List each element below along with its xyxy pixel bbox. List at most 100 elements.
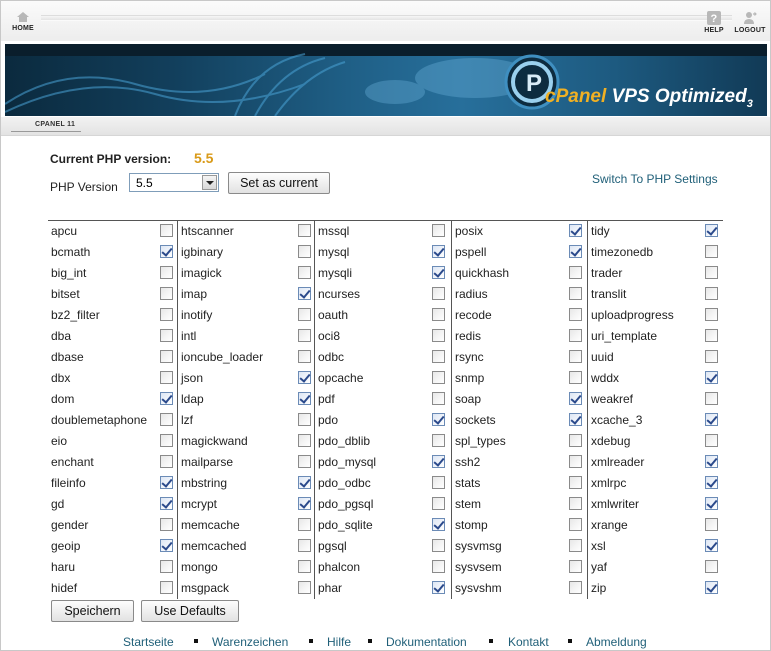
extension-checkbox[interactable]	[298, 329, 311, 342]
extension-checkbox[interactable]	[298, 518, 311, 531]
extension-checkbox[interactable]	[569, 287, 582, 300]
extension-checkbox[interactable]	[298, 308, 311, 321]
extension-checkbox[interactable]	[569, 518, 582, 531]
extension-checkbox[interactable]	[160, 350, 173, 363]
extension-checkbox[interactable]	[298, 371, 311, 384]
footer-link[interactable]: Dokumentation	[386, 635, 467, 649]
extension-checkbox[interactable]	[432, 476, 445, 489]
extension-checkbox[interactable]	[705, 224, 718, 237]
extension-checkbox[interactable]	[298, 497, 311, 510]
extension-checkbox[interactable]	[160, 308, 173, 321]
extension-checkbox[interactable]	[298, 287, 311, 300]
extension-checkbox[interactable]	[569, 266, 582, 279]
extension-checkbox[interactable]	[160, 497, 173, 510]
footer-link[interactable]: Warenzeichen	[212, 635, 288, 649]
extension-checkbox[interactable]	[298, 245, 311, 258]
extension-checkbox[interactable]	[160, 476, 173, 489]
extension-checkbox[interactable]	[569, 350, 582, 363]
extension-checkbox[interactable]	[432, 287, 445, 300]
footer-link[interactable]: Kontakt	[508, 635, 549, 649]
home-button[interactable]: HOME	[11, 11, 35, 32]
extension-checkbox[interactable]	[705, 497, 718, 510]
extension-checkbox[interactable]	[298, 413, 311, 426]
extension-checkbox[interactable]	[298, 539, 311, 552]
extension-checkbox[interactable]	[160, 560, 173, 573]
extension-checkbox[interactable]	[160, 581, 173, 594]
extension-checkbox[interactable]	[432, 434, 445, 447]
set-as-current-button[interactable]: Set as current	[228, 172, 330, 194]
extension-checkbox[interactable]	[705, 371, 718, 384]
extension-checkbox[interactable]	[705, 518, 718, 531]
extension-checkbox[interactable]	[160, 266, 173, 279]
extension-checkbox[interactable]	[705, 560, 718, 573]
extension-checkbox[interactable]	[705, 539, 718, 552]
extension-checkbox[interactable]	[298, 350, 311, 363]
extension-checkbox[interactable]	[705, 245, 718, 258]
extension-checkbox[interactable]	[569, 455, 582, 468]
extension-checkbox[interactable]	[298, 392, 311, 405]
extension-checkbox[interactable]	[432, 413, 445, 426]
php-version-select[interactable]: 5.5	[129, 173, 219, 192]
extension-checkbox[interactable]	[705, 350, 718, 363]
extension-checkbox[interactable]	[160, 392, 173, 405]
footer-link[interactable]: Hilfe	[327, 635, 351, 649]
extension-checkbox[interactable]	[569, 497, 582, 510]
extension-checkbox[interactable]	[569, 329, 582, 342]
extension-checkbox[interactable]	[705, 308, 718, 321]
extension-checkbox[interactable]	[160, 287, 173, 300]
extension-checkbox[interactable]	[705, 455, 718, 468]
footer-link[interactable]: Abmeldung	[586, 635, 647, 649]
extension-checkbox[interactable]	[432, 371, 445, 384]
extension-checkbox[interactable]	[160, 455, 173, 468]
extension-checkbox[interactable]	[432, 308, 445, 321]
extension-checkbox[interactable]	[298, 476, 311, 489]
extension-checkbox[interactable]	[705, 287, 718, 300]
extension-checkbox[interactable]	[569, 476, 582, 489]
extension-checkbox[interactable]	[432, 245, 445, 258]
extension-checkbox[interactable]	[160, 413, 173, 426]
extension-checkbox[interactable]	[160, 224, 173, 237]
extension-checkbox[interactable]	[298, 581, 311, 594]
extension-checkbox[interactable]	[705, 434, 718, 447]
extension-checkbox[interactable]	[432, 560, 445, 573]
help-button[interactable]: ? HELP	[703, 11, 725, 34]
extension-checkbox[interactable]	[569, 245, 582, 258]
extension-checkbox[interactable]	[432, 581, 445, 594]
extension-checkbox[interactable]	[569, 308, 582, 321]
extension-checkbox[interactable]	[160, 518, 173, 531]
extension-checkbox[interactable]	[298, 455, 311, 468]
switch-to-php-settings-link[interactable]: Switch To PHP Settings	[592, 172, 718, 186]
extension-checkbox[interactable]	[432, 455, 445, 468]
extension-checkbox[interactable]	[569, 224, 582, 237]
extension-checkbox[interactable]	[569, 413, 582, 426]
extension-checkbox[interactable]	[298, 560, 311, 573]
extension-checkbox[interactable]	[569, 560, 582, 573]
footer-link[interactable]: Startseite	[123, 635, 174, 649]
extension-checkbox[interactable]	[298, 224, 311, 237]
extension-checkbox[interactable]	[705, 392, 718, 405]
extension-checkbox[interactable]	[432, 266, 445, 279]
extension-checkbox[interactable]	[705, 266, 718, 279]
extension-checkbox[interactable]	[705, 329, 718, 342]
extension-checkbox[interactable]	[705, 413, 718, 426]
extension-checkbox[interactable]	[160, 434, 173, 447]
extension-checkbox[interactable]	[569, 539, 582, 552]
extension-checkbox[interactable]	[298, 266, 311, 279]
extension-checkbox[interactable]	[569, 392, 582, 405]
extension-checkbox[interactable]	[569, 581, 582, 594]
extension-checkbox[interactable]	[160, 245, 173, 258]
extension-checkbox[interactable]	[432, 539, 445, 552]
extension-checkbox[interactable]	[160, 329, 173, 342]
extension-checkbox[interactable]	[432, 350, 445, 363]
extension-checkbox[interactable]	[432, 329, 445, 342]
logout-button[interactable]: LOGOUT	[734, 11, 766, 34]
use-defaults-button[interactable]: Use Defaults	[141, 600, 239, 622]
extension-checkbox[interactable]	[569, 434, 582, 447]
extension-checkbox[interactable]	[432, 392, 445, 405]
extension-checkbox[interactable]	[569, 371, 582, 384]
extension-checkbox[interactable]	[705, 581, 718, 594]
save-button[interactable]: Speichern	[51, 600, 134, 622]
chevron-down-icon[interactable]	[202, 175, 217, 190]
extension-checkbox[interactable]	[160, 539, 173, 552]
extension-checkbox[interactable]	[432, 224, 445, 237]
